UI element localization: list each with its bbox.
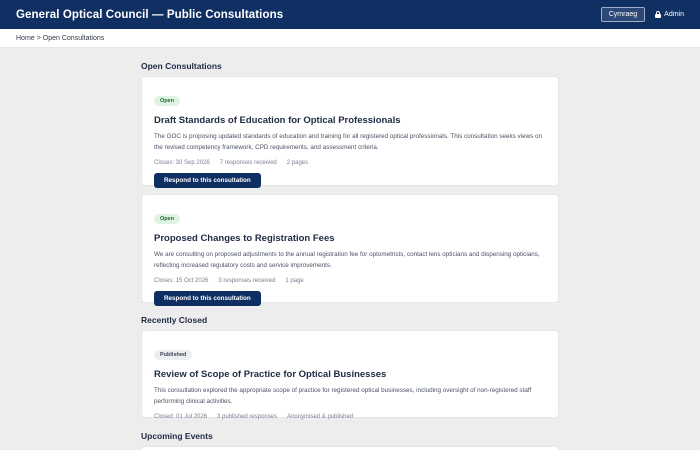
admin-link[interactable]: Admin xyxy=(655,11,684,18)
response-count: 7 responses received xyxy=(219,160,277,166)
status-badge: Open xyxy=(154,214,181,224)
response-count: 3 responses received xyxy=(218,278,276,284)
recently-closed-heading: Recently Closed xyxy=(141,315,208,325)
consultation-description: We are consulting on proposed adjustment… xyxy=(154,251,540,269)
consultation-meta: Closes: 30 Sep 2026 7 responses received… xyxy=(154,160,546,166)
language-toggle-button[interactable]: Cymraeg xyxy=(600,7,646,22)
published-response-count: 3 published responses xyxy=(217,414,278,420)
respond-button[interactable]: Respond to this consultation xyxy=(154,173,261,188)
breadcrumb-home[interactable]: Home xyxy=(16,35,35,42)
breadcrumb-separator: > xyxy=(36,34,41,42)
closing-date: Closes: 30 Sep 2026 xyxy=(154,160,210,166)
publication-status: Anonymised & published xyxy=(287,414,354,420)
header-actions: Cymraeg Admin xyxy=(600,7,684,22)
lock-icon xyxy=(655,11,662,18)
events-card xyxy=(141,446,559,450)
consultation-card: Published Review of Scope of Practice fo… xyxy=(141,330,559,420)
respond-button[interactable]: Respond to this consultation xyxy=(154,291,261,306)
breadcrumb-current: Open Consultations xyxy=(42,34,105,42)
consultation-card: Open Draft Standards of Education for Op… xyxy=(141,76,559,188)
consultation-description: The GOC is proposing updated standards o… xyxy=(154,133,543,151)
site-title: General Optical Council — Public Consult… xyxy=(16,8,284,21)
consultation-card: Open Proposed Changes to Registration Fe… xyxy=(141,194,559,306)
admin-label: Admin xyxy=(664,11,684,18)
page-count: 2 pages xyxy=(286,160,309,166)
consultation-title[interactable]: Draft Standards of Education for Optical… xyxy=(154,115,546,126)
page-count: 1 page xyxy=(285,278,304,284)
closing-date: Closes: 15 Oct 2026 xyxy=(154,278,209,284)
consultation-title[interactable]: Proposed Changes to Registration Fees xyxy=(154,233,546,244)
site-header: General Optical Council — Public Consult… xyxy=(0,0,700,29)
upcoming-events-heading: Upcoming Events xyxy=(141,431,213,441)
status-badge: Published xyxy=(154,350,193,360)
consultation-meta: Closes: 15 Oct 2026 3 responses received… xyxy=(154,278,546,284)
closed-date: Closed: 01 Jul 2026 xyxy=(154,414,208,420)
open-consultations-heading: Open Consultations xyxy=(141,61,222,71)
breadcrumb: Home > Open Consultations xyxy=(0,29,700,48)
consultation-title[interactable]: Review of Scope of Practice for Optical … xyxy=(154,369,546,380)
consultation-description: This consultation explored the appropria… xyxy=(154,387,532,405)
status-badge: Open xyxy=(154,96,181,106)
consultation-meta: Closed: 01 Jul 2026 3 published response… xyxy=(154,414,546,420)
